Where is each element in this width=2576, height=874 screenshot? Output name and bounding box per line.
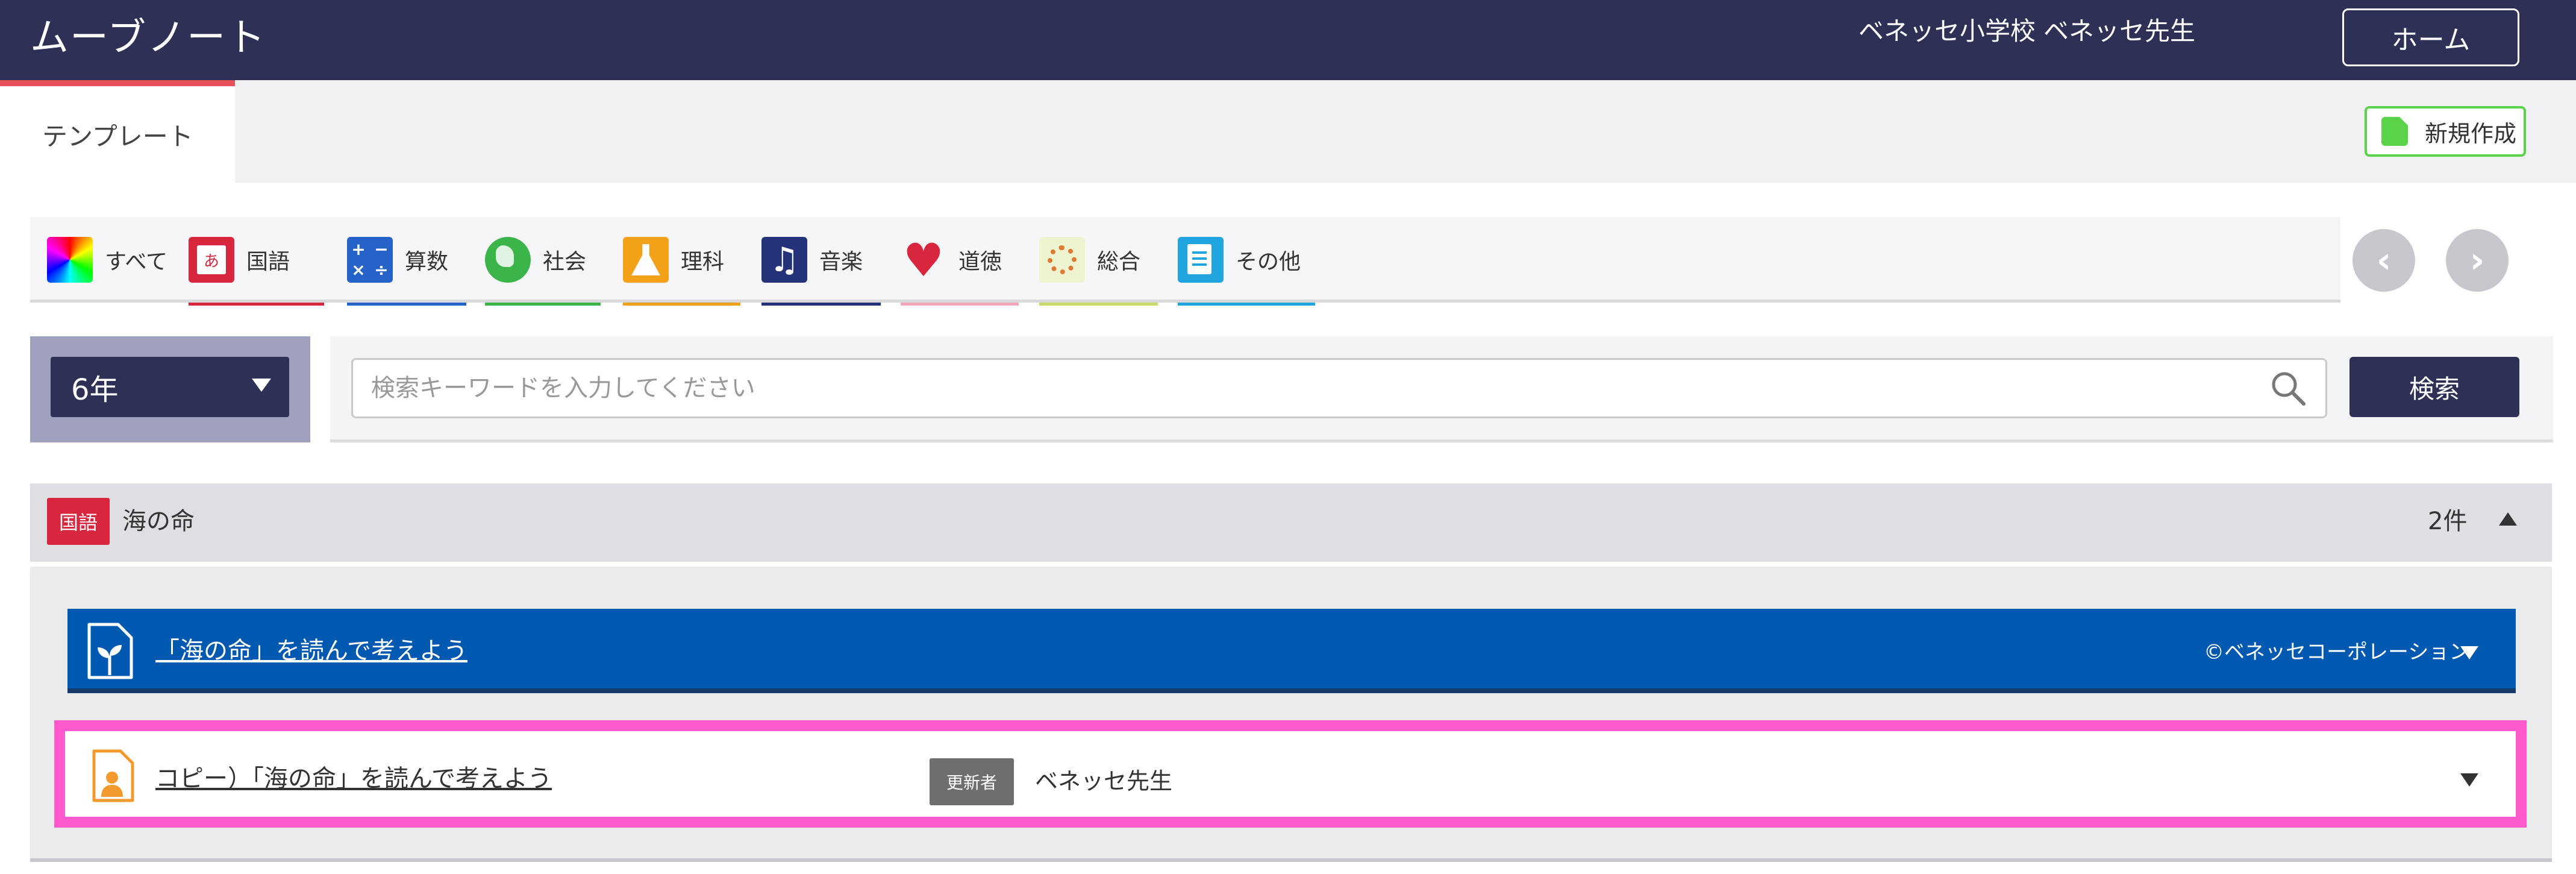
updater-name: ベネッセ先生 <box>1035 768 1173 794</box>
japanese-icon: あ <box>189 237 234 283</box>
expand-down-icon[interactable] <box>2460 773 2478 787</box>
subject-underline <box>1178 303 1315 306</box>
previous-button[interactable]: ‹ <box>2352 229 2415 292</box>
subject-underline <box>901 303 1019 306</box>
next-button[interactable]: › <box>2446 229 2509 292</box>
collapse-up-icon[interactable] <box>2499 512 2517 526</box>
subject-label: 道徳 <box>958 250 1002 274</box>
subject-label: すべて <box>105 250 168 274</box>
subject-label: 音楽 <box>819 250 863 274</box>
all-icon <box>47 237 93 283</box>
grade-select[interactable]: 6年 <box>51 357 289 417</box>
search-input[interactable] <box>351 358 2327 418</box>
subject-tab-social[interactable]: 社会 <box>485 217 601 306</box>
subject-tab-science[interactable]: 理科 <box>623 217 740 306</box>
subject-underline <box>761 303 881 306</box>
subject-label: 社会 <box>543 250 587 274</box>
school-name: ベネッセ小学校 <box>1859 16 2036 46</box>
home-button[interactable]: ホーム <box>2342 8 2519 66</box>
subject-badge: 国語 <box>47 498 110 545</box>
grade-value: 6年 <box>71 373 119 407</box>
tab-template-label: テンプレート <box>42 121 193 151</box>
subject-underline <box>623 303 740 306</box>
sprout-document-icon <box>87 623 133 679</box>
subject-underline <box>485 303 601 306</box>
subject-tab-music[interactable]: ♫ 音楽 <box>761 217 881 306</box>
updater-badge: 更新者 <box>930 758 1014 805</box>
subject-label: 国語 <box>246 250 290 274</box>
person-document-icon <box>92 749 134 802</box>
item-title-link[interactable]: コピー）「海の命」を読んで考えよう <box>155 761 552 797</box>
subject-tab-other[interactable]: その他 <box>1178 217 1315 306</box>
globe-icon <box>485 237 531 283</box>
group-count: 2件 <box>2428 508 2468 535</box>
subject-tab-moral[interactable]: ♥ 道徳 <box>901 217 1019 306</box>
search-button[interactable]: 検索 <box>2349 357 2519 417</box>
chevron-right-icon: › <box>2469 239 2485 281</box>
tab-template[interactable]: テンプレート <box>0 80 235 183</box>
new-button[interactable]: 新規作成 <box>2365 106 2526 157</box>
new-button-label: 新規作成 <box>2425 120 2517 147</box>
search-icon[interactable] <box>2269 369 2307 407</box>
subject-label: 算数 <box>405 250 449 274</box>
tab-bar <box>0 80 2576 183</box>
group-header[interactable] <box>30 483 2552 562</box>
group-title: 海の命 <box>122 508 195 535</box>
subject-tab-math[interactable]: + − × ÷ 算数 <box>347 217 466 306</box>
subject-tab-all[interactable]: すべて <box>47 217 186 303</box>
flower-icon <box>1039 237 1085 283</box>
copyright-text: ©ベネッセコーポレーション <box>2204 640 2470 664</box>
subject-label: 総合 <box>1097 250 1141 274</box>
heart-icon: ♥ <box>902 233 945 287</box>
subject-label: その他 <box>1236 250 1301 274</box>
new-document-icon <box>2381 117 2408 146</box>
subject-underline <box>1039 303 1158 306</box>
subject-underline <box>189 303 324 306</box>
subject-underline <box>347 303 466 306</box>
math-icon: + − × ÷ <box>347 237 393 283</box>
teacher-name: ベネッセ先生 <box>2043 16 2196 46</box>
expand-down-icon[interactable] <box>2460 646 2478 659</box>
notebook-icon <box>1178 237 1224 283</box>
chevron-left-icon: ‹ <box>2376 239 2392 281</box>
app-title: ムーブノート <box>30 16 267 60</box>
subject-label: 理科 <box>681 250 725 274</box>
subject-tab-japanese[interactable]: あ 国語 <box>189 217 324 306</box>
music-icon: ♫ <box>761 237 807 283</box>
flask-icon <box>623 237 669 283</box>
item-title-link[interactable]: 「海の命」を読んで考えよう <box>155 633 467 669</box>
subject-tab-integrated[interactable]: 総合 <box>1039 217 1158 306</box>
caret-down-icon <box>252 379 271 392</box>
